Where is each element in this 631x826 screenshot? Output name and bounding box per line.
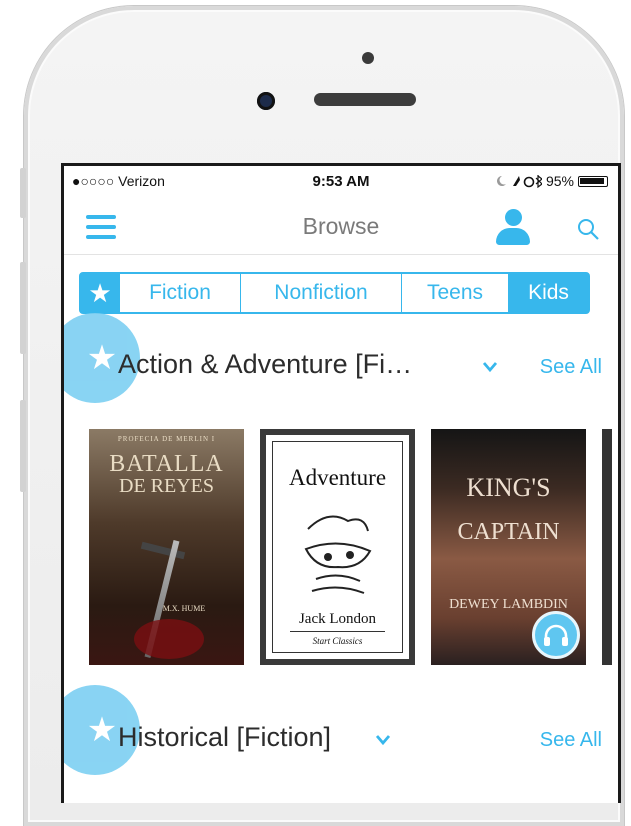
volume-up-button <box>20 262 26 354</box>
book-carousel: PROFECIA DE MERLIN I BATALLA DE REYES M.… <box>89 429 612 665</box>
see-all-link[interactable]: See All <box>540 729 602 752</box>
status-icons <box>496 175 542 188</box>
chevron-down-icon[interactable] <box>375 734 391 746</box>
volume-down-button <box>20 400 26 492</box>
category-tabs: ★ Fiction Nonfiction Teens Kids <box>79 272 590 314</box>
search-icon[interactable] <box>576 217 600 241</box>
nav-bar: Browse <box>64 198 618 255</box>
favorites-tab[interactable]: ★ <box>81 274 119 312</box>
earpiece-speaker <box>314 93 416 106</box>
cover-text: DE REYES <box>119 475 214 497</box>
audiobook-badge[interactable] <box>532 611 580 659</box>
cover-illustration <box>304 515 372 594</box>
cover-divider <box>290 631 385 632</box>
cover-text: BATALLA <box>109 451 224 477</box>
cover-text: PROFECIA DE MERLIN I <box>117 435 216 443</box>
mute-switch <box>20 168 26 218</box>
cover-text: DEWEY LAMBDIN <box>449 597 568 612</box>
tab-teens[interactable]: Teens <box>401 274 508 312</box>
section-header: ★ Action & Adventure [Fi… See All <box>64 313 618 403</box>
cover-text: CAPTAIN <box>457 519 560 545</box>
cover-text: M.X. HUME <box>162 604 206 613</box>
book-cover[interactable] <box>602 429 612 665</box>
page-title: Browse <box>302 213 380 239</box>
tab-fiction[interactable]: Fiction <box>119 274 240 312</box>
tab-nonfiction[interactable]: Nonfiction <box>240 274 401 312</box>
section-title[interactable]: Action & Adventure [Fi… <box>118 349 412 380</box>
proximity-sensor <box>362 52 374 64</box>
battery-icon <box>578 175 608 187</box>
cover-text: Start Classics <box>312 636 363 646</box>
app-screen: ●○○○○ Verizon 9:53 AM 95% Browse ★ Ficti… <box>61 163 621 803</box>
front-camera <box>257 92 275 110</box>
book-cover[interactable]: Adventure Jack London Start Classics <box>260 429 415 665</box>
section-header: ★ Historical [Fiction] See All <box>64 685 618 775</box>
cover-text: Jack London <box>298 611 377 627</box>
chevron-down-icon[interactable] <box>482 361 498 373</box>
status-right: 95% <box>496 173 608 189</box>
headphones-icon <box>544 624 568 646</box>
cover-art <box>134 619 204 659</box>
user-icon[interactable] <box>496 209 530 245</box>
status-bar: ●○○○○ Verizon 9:53 AM 95% <box>64 166 618 198</box>
book-cover[interactable]: KING'S CAPTAIN DEWEY LAMBDIN <box>431 429 586 665</box>
see-all-link[interactable]: See All <box>540 356 602 379</box>
cover-text: KING'S <box>466 473 551 502</box>
section-title[interactable]: Historical [Fiction] <box>118 722 331 753</box>
book-cover[interactable]: PROFECIA DE MERLIN I BATALLA DE REYES M.… <box>89 429 244 665</box>
cover-text: Adventure <box>288 465 387 490</box>
star-icon: ★ <box>88 277 112 308</box>
tab-kids[interactable]: Kids <box>508 274 588 312</box>
battery-percent: 95% <box>545 173 574 189</box>
